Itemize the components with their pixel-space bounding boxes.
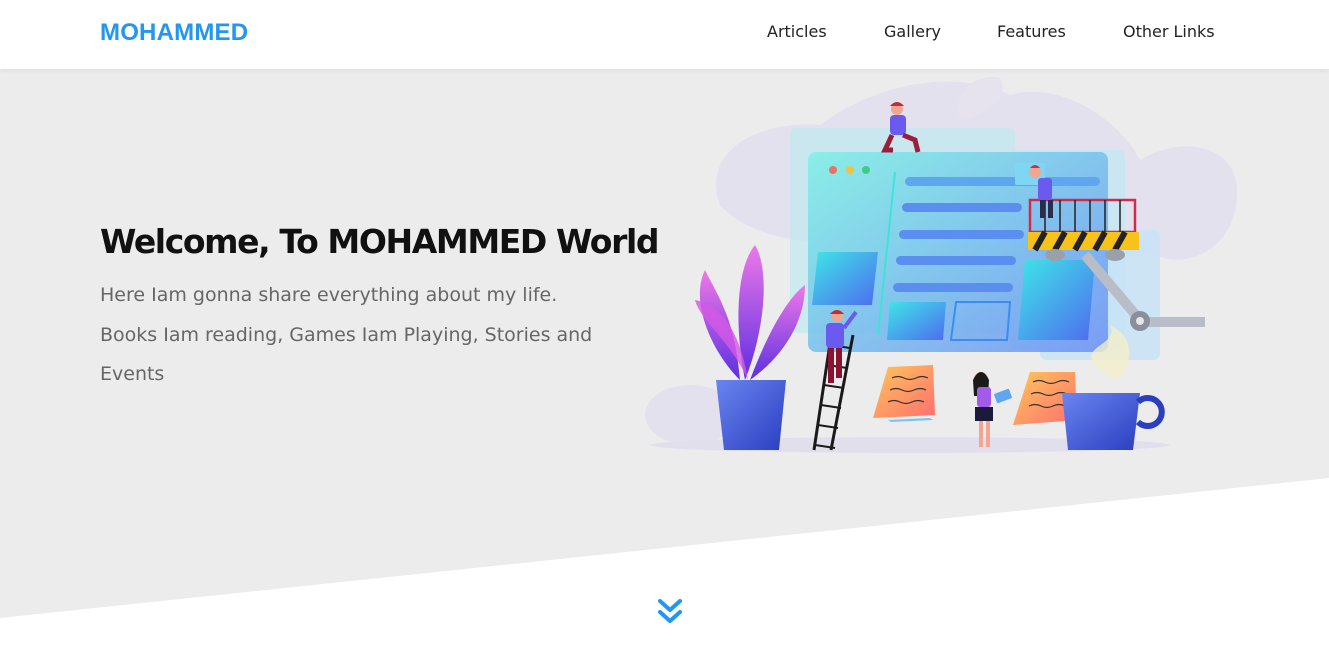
top-navbar: MOHAMMED Articles Gallery Features Other… <box>0 0 1329 69</box>
hero-description: Here Iam gonna share everything about my… <box>100 284 593 385</box>
nav-item-articles[interactable]: Articles <box>767 22 827 41</box>
nav-item-gallery[interactable]: Gallery <box>884 22 941 41</box>
main-nav: Articles Gallery Features Other Links <box>0 22 1329 52</box>
web-development-illustration-icon <box>645 77 1238 453</box>
nav-item-features[interactable]: Features <box>997 22 1066 41</box>
scroll-down-icon[interactable] <box>657 598 683 626</box>
nav-item-other-links[interactable]: Other Links <box>1123 22 1215 41</box>
hero-title: Welcome, To MOHAMMED World <box>100 222 659 261</box>
